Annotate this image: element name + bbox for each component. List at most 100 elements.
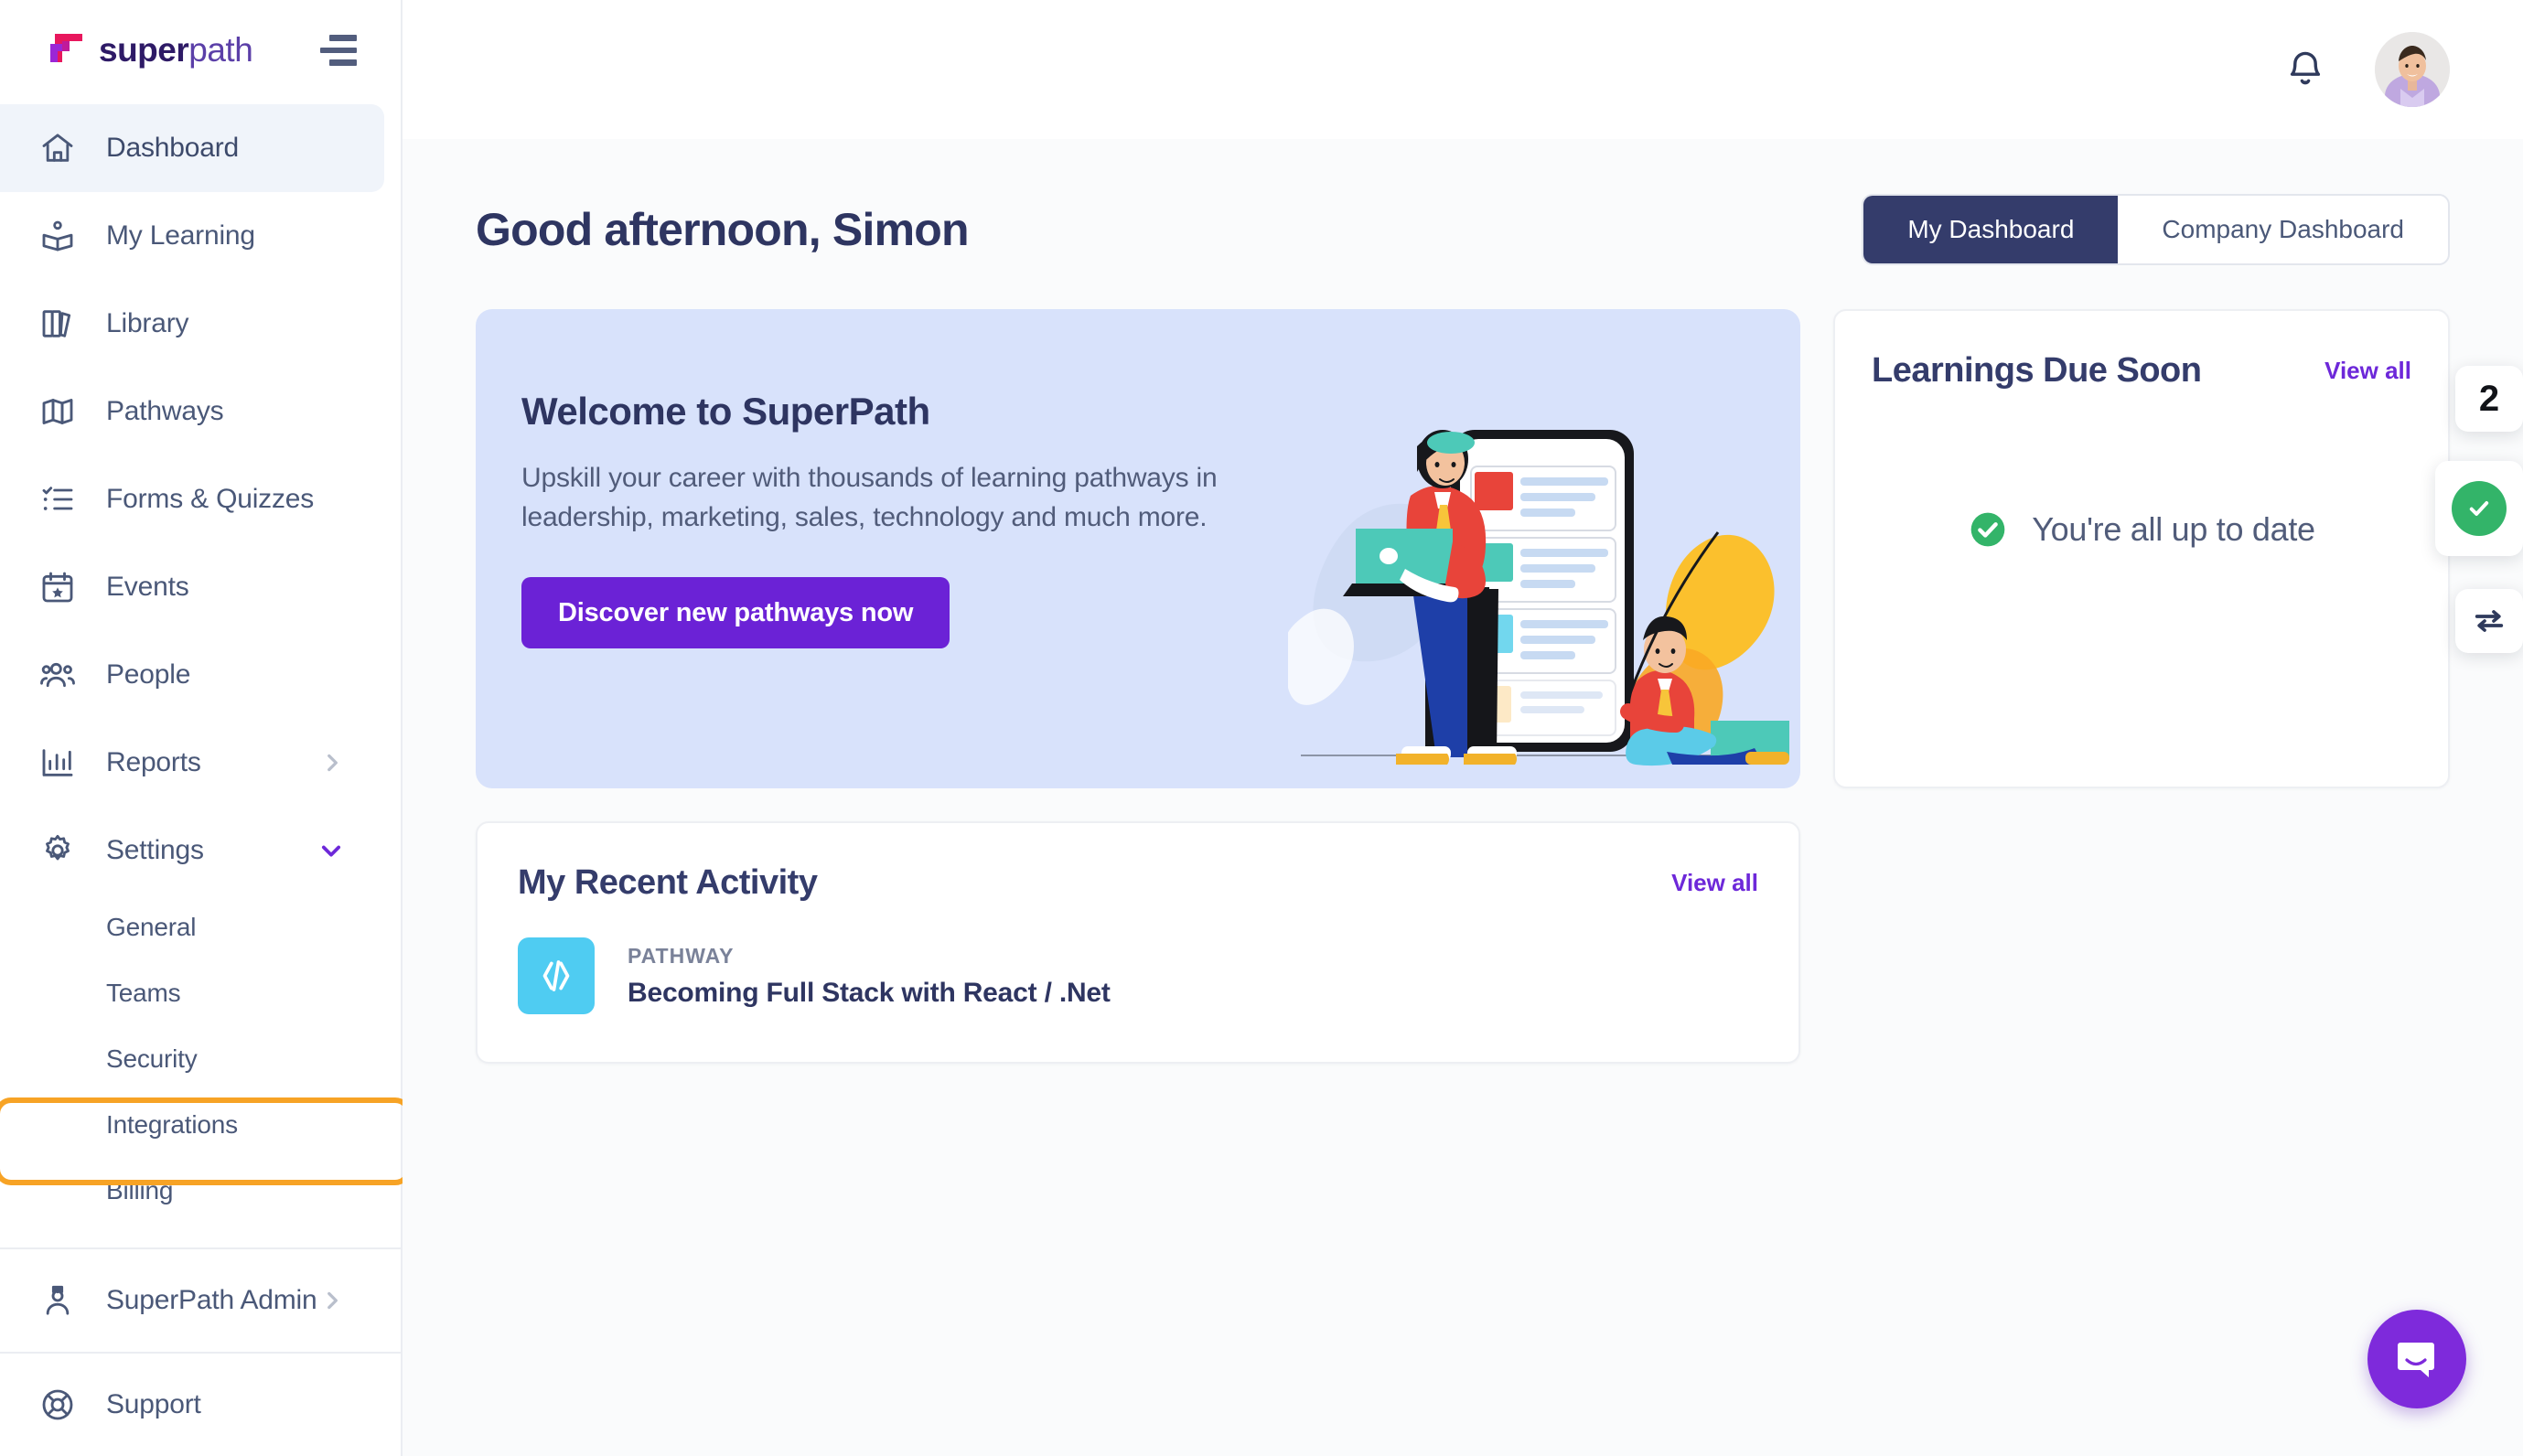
sidebar-item-label: Events [106, 572, 189, 602]
list-item[interactable]: PATHWAY Becoming Full Stack with React /… [518, 937, 1758, 1014]
welcome-banner-copy: Welcome to SuperPath Upskill your career… [476, 309, 1281, 649]
calendar-star-icon [38, 568, 77, 606]
sidebar-item-label: Settings [106, 835, 204, 865]
arrows-left-right-icon [2471, 603, 2507, 639]
sidebar-item-forms-quizzes[interactable]: Forms & Quizzes [0, 455, 384, 543]
learnings-due-soon-view-all-link[interactable]: View all [2324, 357, 2411, 385]
page-title: Good afternoon, Simon [476, 204, 970, 255]
hamburger-line [329, 35, 357, 41]
sidebar-nav: Dashboard My Learning Library Pathways F… [0, 101, 401, 1249]
chevron-down-icon [318, 838, 344, 863]
sidebar: superpath Dashboard My Learning Library … [0, 0, 412, 1456]
book-open-icon [38, 217, 77, 255]
code-brackets-icon [518, 937, 595, 1014]
sidebar-item-label: Dashboard [106, 133, 239, 163]
tab-company-dashboard[interactable]: Company Dashboard [2118, 196, 2448, 263]
lifebuoy-icon [38, 1386, 77, 1424]
sidebar-item-label: My Learning [106, 220, 255, 251]
admin-user-icon [38, 1281, 77, 1320]
sidebar-item-label: People [106, 659, 191, 690]
empty-state-text: You're all up to date [2032, 510, 2315, 548]
sidebar-item-label: Pathways [106, 396, 224, 426]
map-icon [38, 392, 77, 431]
app-logo[interactable]: superpath [48, 31, 253, 70]
chevron-right-icon [320, 1289, 344, 1312]
sidebar-item-support[interactable]: Support [0, 1354, 384, 1456]
sidebar-item-label: Library [106, 308, 189, 338]
sidebar-item-events[interactable]: Events [0, 543, 384, 631]
tab-my-dashboard[interactable]: My Dashboard [1863, 196, 2119, 263]
sidebar-header: superpath [0, 0, 401, 101]
sidebar-item-people[interactable]: People [0, 631, 384, 719]
sidebar-item-pathways[interactable]: Pathways [0, 368, 384, 455]
learnings-due-soon-empty-state: You're all up to date [1872, 509, 2411, 550]
sidebar-item-label: Forms & Quizzes [106, 484, 315, 514]
activity-kind-label: PATHWAY [628, 943, 735, 968]
gear-icon [38, 831, 77, 870]
sidebar-subitem-label: Security [106, 1044, 198, 1073]
discover-pathways-button[interactable]: Discover new pathways now [521, 577, 950, 649]
badge-count-value: 2 [2478, 378, 2500, 419]
sidebar-item-label: Reports [106, 747, 201, 777]
page-header: Good afternoon, Simon My Dashboard Compa… [403, 139, 2523, 265]
dashboard-left-column: Welcome to SuperPath Upskill your career… [476, 309, 1800, 1064]
sidebar-item-label: SuperPath Admin [106, 1285, 317, 1315]
sidebar-item-reports[interactable]: Reports [0, 719, 384, 807]
intercom-chat-icon[interactable] [2367, 1310, 2466, 1408]
checklist-icon [38, 480, 77, 519]
sidebar-item-my-learning[interactable]: My Learning [0, 192, 384, 280]
hamburger-line [329, 59, 357, 67]
list-item-text: PATHWAY Becoming Full Stack with React /… [628, 944, 1111, 1009]
sidebar-subitem-integrations[interactable]: Integrations [0, 1092, 401, 1158]
logo-bold: super [99, 31, 189, 69]
sidebar-item-dashboard[interactable]: Dashboard [0, 104, 384, 192]
activity-title: Becoming Full Stack with React / .Net [628, 977, 1111, 1008]
hamburger-line [320, 47, 357, 54]
learnings-due-soon-header: Learnings Due Soon View all [1872, 351, 2411, 391]
status-ok-widget[interactable] [2435, 461, 2523, 556]
top-bar [403, 0, 2523, 139]
sidebar-subitem-billing[interactable]: Billing [0, 1158, 401, 1224]
bar-chart-icon [38, 744, 77, 782]
app-root: superpath Dashboard My Learning Library … [0, 0, 2523, 1456]
welcome-banner-body: Upskill your career with thousands of le… [521, 463, 1218, 532]
learnings-due-soon-card: Learnings Due Soon View all You're all u… [1833, 309, 2450, 788]
recent-activity-card: My Recent Activity View all PATHWAY Beco… [476, 821, 1800, 1064]
edge-widget-rail: 2 [2422, 366, 2523, 653]
sidebar-subitem-label: General [106, 913, 197, 941]
sidebar-subitem-teams[interactable]: Teams [0, 960, 401, 1026]
hamburger-icon[interactable] [317, 35, 357, 67]
dashboard-grid: Welcome to SuperPath Upskill your career… [403, 265, 2523, 1064]
swap-arrows-widget[interactable] [2455, 589, 2523, 653]
recent-activity-header: My Recent Activity View all [518, 863, 1758, 903]
recent-activity-title: My Recent Activity [518, 863, 818, 902]
logo-wordmark: superpath [99, 31, 253, 70]
sidebar-subitem-security[interactable]: Security [0, 1026, 401, 1092]
chevron-right-icon [320, 751, 344, 775]
sidebar-item-library[interactable]: Library [0, 280, 384, 368]
main-content: Good afternoon, Simon My Dashboard Compa… [403, 0, 2523, 1456]
people-learning-illustration [1283, 359, 1800, 788]
recent-activity-view-all-link[interactable]: View all [1671, 869, 1758, 897]
welcome-banner: Welcome to SuperPath Upskill your career… [476, 309, 1800, 788]
sidebar-subitem-label: Integrations [106, 1110, 238, 1139]
home-icon [38, 129, 77, 167]
learnings-due-soon-title: Learnings Due Soon [1872, 351, 2202, 390]
sidebar-item-settings[interactable]: Settings [0, 807, 384, 894]
sidebar-item-label: Support [106, 1389, 201, 1419]
avatar[interactable] [2375, 32, 2450, 107]
superpath-logo-mark [48, 31, 86, 70]
dashboard-right-column: Learnings Due Soon View all You're all u… [1833, 309, 2450, 788]
books-icon [38, 305, 77, 343]
sidebar-footer: SuperPath Admin Support [0, 1249, 401, 1456]
sidebar-subitem-general[interactable]: General [0, 894, 401, 960]
sidebar-subitem-label: Billing [106, 1176, 174, 1204]
sidebar-subitem-label: Teams [106, 979, 181, 1007]
logo-light: path [188, 31, 253, 69]
badge-count-widget[interactable]: 2 [2455, 366, 2523, 432]
sidebar-item-superpath-admin[interactable]: SuperPath Admin [0, 1249, 384, 1352]
dashboard-tabs: My Dashboard Company Dashboard [1862, 194, 2450, 265]
check-circle-icon [1968, 509, 2008, 550]
check-circle-icon [2452, 481, 2507, 536]
bell-icon[interactable] [2283, 48, 2327, 91]
